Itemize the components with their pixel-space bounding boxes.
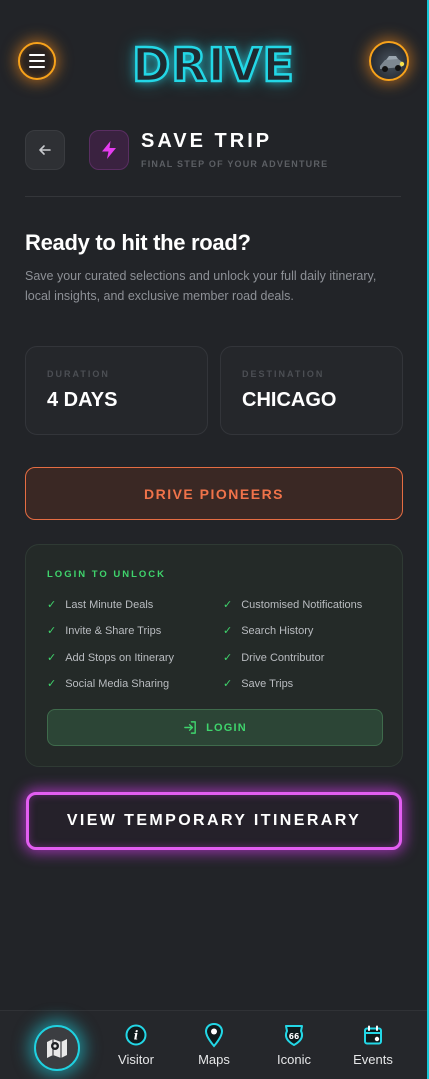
map-pin-icon [204, 1022, 224, 1048]
home-map-button[interactable] [34, 1025, 80, 1071]
nav-item-iconic[interactable]: 66 Iconic [259, 1023, 329, 1067]
svg-text:i: i [134, 1029, 139, 1043]
login-panel-title: LOGIN TO UNLOCK [47, 569, 167, 580]
check-icon: ✓ [223, 599, 233, 611]
feature-label: Last Minute Deals [65, 598, 154, 611]
duration-value: 4 DAYS [47, 389, 118, 411]
feature-item: ✓ Invite & Share Trips [47, 624, 162, 638]
check-icon: ✓ [223, 625, 233, 637]
destination-card: DESTINATION CHICAGO [220, 346, 403, 435]
page-subtitle: FINAL STEP OF YOUR ADVENTURE [141, 159, 329, 169]
nav-label-iconic: Iconic [277, 1052, 311, 1067]
check-icon: ✓ [47, 599, 57, 611]
back-button[interactable] [25, 130, 65, 170]
feature-item: ✓ Search History [223, 624, 314, 638]
map-location-icon [47, 1039, 67, 1058]
duration-label: DURATION [47, 369, 110, 379]
feature-item: ✓ Drive Contributor [223, 651, 325, 665]
destination-label: DESTINATION [242, 369, 325, 379]
nav-item-maps[interactable]: Maps [179, 1022, 249, 1067]
page-title: SAVE TRIP [141, 130, 273, 152]
feature-label: Drive Contributor [241, 651, 325, 664]
check-icon: ✓ [223, 678, 233, 690]
feature-label: Invite & Share Trips [65, 624, 162, 637]
duration-card: DURATION 4 DAYS [25, 346, 208, 435]
bolt-badge [89, 130, 129, 170]
arrow-left-icon [39, 145, 51, 155]
view-itinerary-button[interactable]: VIEW TEMPORARY ITINERARY [26, 792, 402, 850]
login-button[interactable]: LOGIN [47, 709, 383, 746]
intro-description: Save your curated selections and unlock … [25, 269, 377, 303]
check-icon: ✓ [223, 652, 233, 664]
feature-label: Save Trips [241, 677, 294, 690]
login-unlock-panel: LOGIN TO UNLOCK ✓ Last Minute Deals ✓ In… [25, 544, 403, 767]
calendar-icon [364, 1025, 382, 1045]
nav-label-visitor: Visitor [118, 1052, 154, 1067]
check-icon: ✓ [47, 625, 57, 637]
profile-avatar[interactable] [369, 41, 409, 81]
info-icon: i [125, 1024, 147, 1046]
divider [25, 196, 401, 197]
feature-item: ✓ Save Trips [223, 677, 294, 691]
nav-label-events: Events [353, 1052, 393, 1067]
feature-label: Customised Notifications [241, 598, 363, 611]
nav-label-maps: Maps [198, 1052, 230, 1067]
feature-item: ✓ Customised Notifications [223, 598, 363, 612]
feature-item: ✓ Last Minute Deals [47, 598, 154, 612]
intro-heading: Ready to hit the road? [25, 230, 251, 255]
route-66-icon: 66 [284, 1025, 304, 1046]
bottom-navigation: i Visitor Maps 66 Iconic Events [0, 1010, 427, 1079]
feature-item: ✓ Add Stops on Itinerary [47, 651, 175, 665]
login-icon [184, 721, 196, 734]
nav-item-events[interactable]: Events [338, 1023, 408, 1067]
feature-label: Search History [241, 624, 314, 637]
lightning-bolt-icon [102, 141, 116, 159]
feature-item: ✓ Social Media Sharing [47, 677, 170, 691]
check-icon: ✓ [47, 678, 57, 690]
login-label: LOGIN [206, 721, 247, 734]
nav-item-visitor[interactable]: i Visitor [101, 1023, 171, 1067]
destination-value: CHICAGO [242, 389, 337, 411]
feature-label: Social Media Sharing [65, 677, 170, 690]
drive-pioneers-button[interactable]: DRIVE PIONEERS [25, 467, 403, 520]
feature-label: Add Stops on Itinerary [65, 651, 175, 664]
svg-text:66: 66 [289, 1032, 299, 1041]
drive-logo[interactable]: DRIVE [0, 37, 427, 94]
check-icon: ✓ [47, 652, 57, 664]
save-trip-screen: DRIVE SAVE TRIP FINAL STEP OF YOUR ADVEN… [0, 0, 429, 1079]
